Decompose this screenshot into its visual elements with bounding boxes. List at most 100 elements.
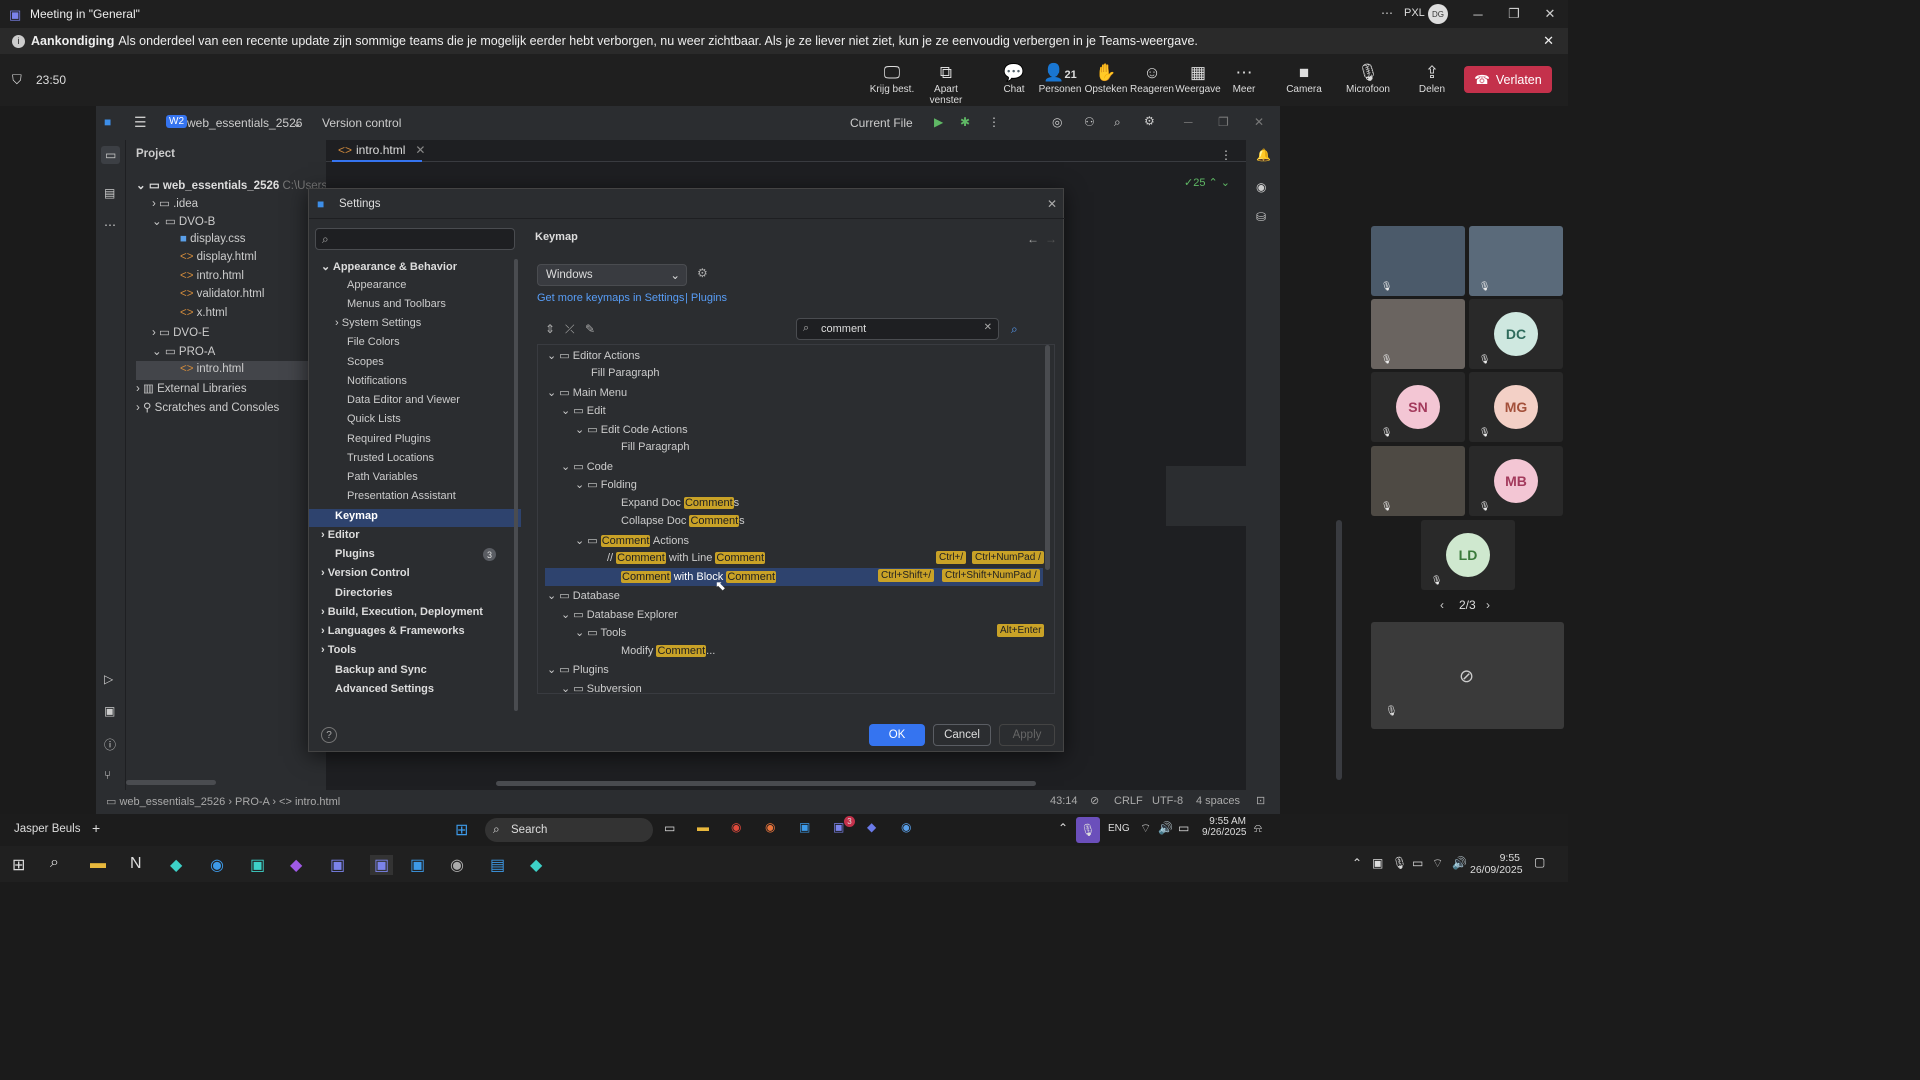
hamburger-menu-icon[interactable]: ☰ xyxy=(134,114,147,131)
encoding[interactable]: UTF-8 xyxy=(1152,795,1183,807)
help-icon[interactable]: ? xyxy=(321,727,337,743)
more-vertical-icon[interactable]: ⋮ xyxy=(988,115,1000,129)
more-tools-icon[interactable]: ⋯ xyxy=(104,218,116,232)
nav-scrollbar[interactable] xyxy=(514,259,518,711)
keymap-row[interactable]: Modify Comment... xyxy=(621,645,715,657)
ai-assistant-icon[interactable]: ◎ xyxy=(1052,115,1062,129)
dialog-close-icon[interactable]: ✕ xyxy=(1047,197,1057,211)
problems-icon[interactable]: ⓘ xyxy=(104,736,116,753)
nav-build[interactable]: › Build, Execution, Deployment xyxy=(321,606,483,618)
tree-item[interactable]: › ⚲ Scratches and Consoles xyxy=(136,400,279,414)
nav-path-variables[interactable]: Path Variables xyxy=(347,471,418,483)
keymap-row[interactable]: ⌄ ▭ Comment Actions xyxy=(575,534,689,547)
tree-item[interactable]: ⌄ ▭ DVO-B xyxy=(152,214,215,228)
plugins-link[interactable]: | Plugins xyxy=(685,292,727,304)
keymap-row[interactable]: Fill Paragraph xyxy=(591,367,659,379)
keymap-row[interactable]: ⌄ ▭ Database Explorer xyxy=(561,608,678,621)
app-icon[interactable]: ▣ xyxy=(410,855,425,875)
windows-start-icon[interactable]: ⊞ xyxy=(12,855,25,875)
nav-trusted-locations[interactable]: Trusted Locations xyxy=(347,452,434,464)
terminal-icon[interactable]: ▣ xyxy=(104,704,115,718)
run-icon[interactable]: ▶ xyxy=(934,115,943,129)
participant-tile[interactable]: DC 🎙 xyxy=(1469,299,1563,369)
panel-scrollbar[interactable] xyxy=(126,780,216,785)
notification-center-icon[interactable]: ⍾ xyxy=(1254,821,1262,836)
keymap-row[interactable]: ⌄ ▭ Tools xyxy=(575,626,626,639)
inspection-count[interactable]: ✓25 ⌃ ⌄ xyxy=(1184,176,1230,189)
keymap-row[interactable]: ⌄ ▭ Editor Actions xyxy=(547,349,640,362)
editor-more-icon[interactable]: ⋮ xyxy=(1220,148,1232,162)
keymap-row[interactable]: ⌄ ▭ Plugins xyxy=(547,663,609,676)
teams-icon[interactable]: ▣ xyxy=(833,820,844,834)
keymap-search-input[interactable]: ⌕ comment ✕ xyxy=(796,318,999,340)
more-button[interactable]: ⋯ Meer xyxy=(1216,62,1272,95)
search-icon[interactable]: ⌕ xyxy=(50,854,59,872)
leave-button[interactable]: ☎ Verlaten xyxy=(1464,66,1552,93)
tray-chevron-icon[interactable]: ⌃ xyxy=(1352,856,1362,870)
webstorm-icon[interactable]: ▣ xyxy=(799,820,810,834)
tree-item-selected[interactable]: <> intro.html xyxy=(180,363,244,375)
participant-video[interactable]: 🎙 xyxy=(1371,299,1465,369)
keymap-row[interactable]: Expand Doc Comments xyxy=(621,497,739,509)
nav-appearance[interactable]: Appearance xyxy=(347,279,406,291)
keymap-row[interactable]: ⌄ ▭ Code xyxy=(561,460,613,473)
file-explorer-icon[interactable]: ▬ xyxy=(90,855,106,873)
next-page-icon[interactable]: › xyxy=(1486,598,1490,612)
remote-clock[interactable]: 9:55 AM 9/26/2025 xyxy=(1202,816,1247,838)
nav-plugins[interactable]: Plugins xyxy=(335,548,375,560)
tree-item[interactable]: › ▭ .idea xyxy=(152,196,198,210)
lock-icon[interactable]: ⊡ xyxy=(1256,794,1265,807)
ide-close-icon[interactable]: ✕ xyxy=(1254,115,1264,129)
app-icon[interactable]: ◆ xyxy=(867,820,876,834)
clock[interactable]: 9:55 26/09/2025 xyxy=(1470,852,1523,876)
language-indicator[interactable]: ENG xyxy=(1108,823,1130,834)
app-icon[interactable]: ◉ xyxy=(901,820,911,834)
restore-icon[interactable]: ❐ xyxy=(1496,6,1532,22)
keymap-row-line-comment[interactable]: // Comment with Line Comment xyxy=(607,552,766,564)
run-config-selector[interactable]: Current File xyxy=(850,116,913,130)
participant-video[interactable]: 🎙 xyxy=(1371,226,1465,296)
windows-start-icon[interactable]: ⊞ xyxy=(455,820,468,840)
nav-menus-toolbars[interactable]: Menus and Toolbars xyxy=(347,298,446,310)
edge-icon[interactable]: ◉ xyxy=(210,855,224,875)
nav-system-settings[interactable]: › System Settings xyxy=(335,317,421,329)
nav-data-editor[interactable]: Data Editor and Viewer xyxy=(347,394,460,406)
database-icon[interactable]: ⛁ xyxy=(1256,210,1266,224)
nav-directories[interactable]: Directories xyxy=(335,587,392,599)
camera-button[interactable]: ■ Camera xyxy=(1276,62,1332,95)
notifications-icon[interactable]: 🔔 xyxy=(1256,148,1271,162)
volume-icon[interactable]: 🔊 xyxy=(1452,856,1467,870)
taskbar-search[interactable]: ⌕ Search xyxy=(485,818,653,842)
git-icon[interactable]: ⑂ xyxy=(104,768,111,782)
popout-button[interactable]: ⧉ Apart venster xyxy=(918,62,974,106)
project-panel-title[interactable]: Project xyxy=(136,148,175,160)
inspection-widget-icon[interactable]: ⊘ xyxy=(1090,794,1099,807)
participant-video[interactable]: 🎙 xyxy=(1371,446,1465,516)
close-icon[interactable]: ✕ xyxy=(1532,6,1568,22)
apply-button[interactable]: Apply xyxy=(999,724,1055,746)
keymap-row[interactable]: ⌄ ▭ Database xyxy=(547,589,620,602)
keymap-row[interactable]: ⌄ ▭ Folding xyxy=(575,478,637,491)
webstorm-icon[interactable]: ▣ xyxy=(250,855,265,875)
cancel-button[interactable]: Cancel xyxy=(933,724,991,746)
debug-icon[interactable]: ✱ xyxy=(960,115,970,129)
edit-icon[interactable]: ✎ xyxy=(585,322,595,336)
keymap-scheme-select[interactable]: Windows ⌄ xyxy=(537,264,687,286)
battery-icon[interactable]: ▭ xyxy=(1178,821,1189,835)
app-icon[interactable]: ◆ xyxy=(170,855,182,875)
nav-required-plugins[interactable]: Required Plugins xyxy=(347,433,431,445)
keymap-row[interactable]: Collapse Doc Comments xyxy=(621,515,745,527)
caret-position[interactable]: 43:14 xyxy=(1050,795,1078,807)
prev-page-icon[interactable]: ‹ xyxy=(1440,598,1444,612)
nav-scopes[interactable]: Scopes xyxy=(347,356,384,368)
user-avatar[interactable]: DG xyxy=(1428,4,1448,24)
nav-advanced-settings[interactable]: Advanced Settings xyxy=(335,683,434,695)
app-icon[interactable]: ▤ xyxy=(490,855,505,875)
vcs-selector[interactable]: Version control xyxy=(322,116,401,130)
mic-icon[interactable]: 🎙 xyxy=(1392,856,1407,870)
collapse-all-icon[interactable]: ⤫ xyxy=(565,322,575,337)
nav-tools[interactable]: › Tools xyxy=(321,644,356,656)
nav-languages[interactable]: › Languages & Frameworks xyxy=(321,625,465,637)
share-button[interactable]: ⇪ Delen xyxy=(1404,62,1460,95)
nav-file-colors[interactable]: File Colors xyxy=(347,336,400,348)
